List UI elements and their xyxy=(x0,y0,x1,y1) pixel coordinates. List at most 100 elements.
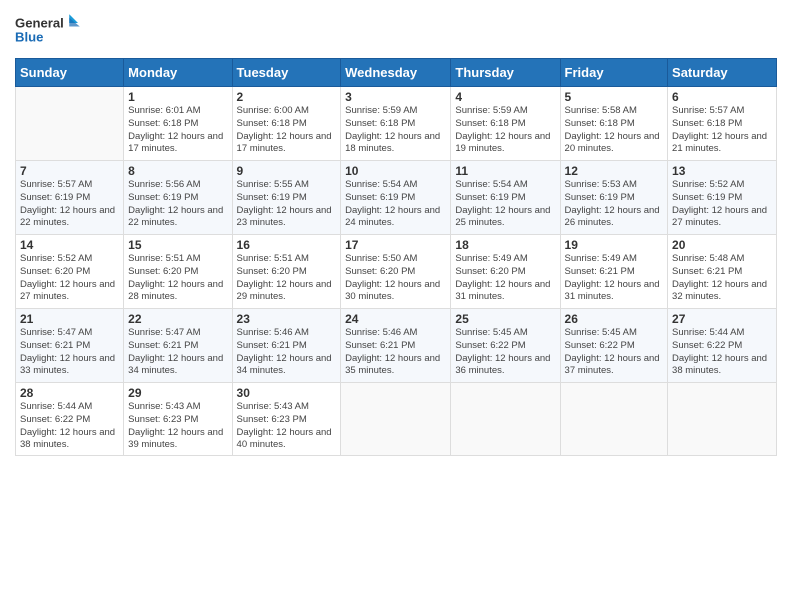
day-number: 11 xyxy=(455,164,555,178)
svg-text:General: General xyxy=(15,15,64,30)
day-info: Sunrise: 5:48 AMSunset: 6:21 PMDaylight:… xyxy=(672,253,772,304)
calendar-cell: 1Sunrise: 6:01 AMSunset: 6:18 PMDaylight… xyxy=(124,87,232,161)
day-info: Sunrise: 5:43 AMSunset: 6:23 PMDaylight:… xyxy=(237,401,337,452)
day-number: 1 xyxy=(128,90,227,104)
calendar-cell: 28Sunrise: 5:44 AMSunset: 6:22 PMDayligh… xyxy=(16,383,124,456)
calendar: SundayMondayTuesdayWednesdayThursdayFrid… xyxy=(15,58,777,456)
calendar-cell xyxy=(451,383,560,456)
day-number: 27 xyxy=(672,312,772,326)
day-number: 14 xyxy=(20,238,119,252)
day-number: 3 xyxy=(345,90,446,104)
day-number: 12 xyxy=(565,164,664,178)
day-info: Sunrise: 5:44 AMSunset: 6:22 PMDaylight:… xyxy=(672,327,772,378)
day-info: Sunrise: 5:46 AMSunset: 6:21 PMDaylight:… xyxy=(237,327,337,378)
day-info: Sunrise: 5:51 AMSunset: 6:20 PMDaylight:… xyxy=(128,253,227,304)
calendar-cell: 25Sunrise: 5:45 AMSunset: 6:22 PMDayligh… xyxy=(451,309,560,383)
day-number: 23 xyxy=(237,312,337,326)
page: General Blue SundayMondayTuesdayWednesda… xyxy=(0,0,792,612)
day-info: Sunrise: 5:58 AMSunset: 6:18 PMDaylight:… xyxy=(565,105,664,156)
calendar-cell: 6Sunrise: 5:57 AMSunset: 6:18 PMDaylight… xyxy=(668,87,777,161)
week-row-5: 28Sunrise: 5:44 AMSunset: 6:22 PMDayligh… xyxy=(16,383,777,456)
logo-icon: General Blue xyxy=(15,10,85,50)
calendar-cell: 11Sunrise: 5:54 AMSunset: 6:19 PMDayligh… xyxy=(451,161,560,235)
calendar-cell: 2Sunrise: 6:00 AMSunset: 6:18 PMDaylight… xyxy=(232,87,341,161)
day-number: 10 xyxy=(345,164,446,178)
calendar-cell: 18Sunrise: 5:49 AMSunset: 6:20 PMDayligh… xyxy=(451,235,560,309)
day-number: 9 xyxy=(237,164,337,178)
week-row-3: 14Sunrise: 5:52 AMSunset: 6:20 PMDayligh… xyxy=(16,235,777,309)
day-header-monday: Monday xyxy=(124,59,232,87)
calendar-cell: 24Sunrise: 5:46 AMSunset: 6:21 PMDayligh… xyxy=(341,309,451,383)
day-number: 15 xyxy=(128,238,227,252)
day-info: Sunrise: 5:54 AMSunset: 6:19 PMDaylight:… xyxy=(345,179,446,230)
week-row-4: 21Sunrise: 5:47 AMSunset: 6:21 PMDayligh… xyxy=(16,309,777,383)
day-number: 2 xyxy=(237,90,337,104)
day-header-wednesday: Wednesday xyxy=(341,59,451,87)
calendar-cell: 22Sunrise: 5:47 AMSunset: 6:21 PMDayligh… xyxy=(124,309,232,383)
day-info: Sunrise: 5:55 AMSunset: 6:19 PMDaylight:… xyxy=(237,179,337,230)
day-info: Sunrise: 5:59 AMSunset: 6:18 PMDaylight:… xyxy=(455,105,555,156)
day-info: Sunrise: 6:01 AMSunset: 6:18 PMDaylight:… xyxy=(128,105,227,156)
day-info: Sunrise: 5:59 AMSunset: 6:18 PMDaylight:… xyxy=(345,105,446,156)
header-row: SundayMondayTuesdayWednesdayThursdayFrid… xyxy=(16,59,777,87)
calendar-cell xyxy=(560,383,668,456)
day-info: Sunrise: 5:57 AMSunset: 6:18 PMDaylight:… xyxy=(672,105,772,156)
day-number: 29 xyxy=(128,386,227,400)
calendar-cell: 29Sunrise: 5:43 AMSunset: 6:23 PMDayligh… xyxy=(124,383,232,456)
day-info: Sunrise: 5:52 AMSunset: 6:19 PMDaylight:… xyxy=(672,179,772,230)
day-header-tuesday: Tuesday xyxy=(232,59,341,87)
week-row-2: 7Sunrise: 5:57 AMSunset: 6:19 PMDaylight… xyxy=(16,161,777,235)
day-number: 13 xyxy=(672,164,772,178)
day-number: 6 xyxy=(672,90,772,104)
day-info: Sunrise: 5:44 AMSunset: 6:22 PMDaylight:… xyxy=(20,401,119,452)
calendar-cell: 12Sunrise: 5:53 AMSunset: 6:19 PMDayligh… xyxy=(560,161,668,235)
day-header-sunday: Sunday xyxy=(16,59,124,87)
calendar-cell: 13Sunrise: 5:52 AMSunset: 6:19 PMDayligh… xyxy=(668,161,777,235)
day-info: Sunrise: 5:50 AMSunset: 6:20 PMDaylight:… xyxy=(345,253,446,304)
calendar-cell xyxy=(341,383,451,456)
logo: General Blue xyxy=(15,10,85,50)
day-info: Sunrise: 5:45 AMSunset: 6:22 PMDaylight:… xyxy=(455,327,555,378)
day-info: Sunrise: 5:49 AMSunset: 6:21 PMDaylight:… xyxy=(565,253,664,304)
calendar-cell: 17Sunrise: 5:50 AMSunset: 6:20 PMDayligh… xyxy=(341,235,451,309)
day-info: Sunrise: 5:53 AMSunset: 6:19 PMDaylight:… xyxy=(565,179,664,230)
calendar-cell: 4Sunrise: 5:59 AMSunset: 6:18 PMDaylight… xyxy=(451,87,560,161)
day-number: 22 xyxy=(128,312,227,326)
day-number: 21 xyxy=(20,312,119,326)
day-info: Sunrise: 6:00 AMSunset: 6:18 PMDaylight:… xyxy=(237,105,337,156)
calendar-cell: 21Sunrise: 5:47 AMSunset: 6:21 PMDayligh… xyxy=(16,309,124,383)
day-number: 30 xyxy=(237,386,337,400)
day-info: Sunrise: 5:49 AMSunset: 6:20 PMDaylight:… xyxy=(455,253,555,304)
day-number: 19 xyxy=(565,238,664,252)
day-info: Sunrise: 5:47 AMSunset: 6:21 PMDaylight:… xyxy=(20,327,119,378)
calendar-cell: 27Sunrise: 5:44 AMSunset: 6:22 PMDayligh… xyxy=(668,309,777,383)
calendar-cell: 16Sunrise: 5:51 AMSunset: 6:20 PMDayligh… xyxy=(232,235,341,309)
day-info: Sunrise: 5:51 AMSunset: 6:20 PMDaylight:… xyxy=(237,253,337,304)
calendar-cell: 19Sunrise: 5:49 AMSunset: 6:21 PMDayligh… xyxy=(560,235,668,309)
calendar-cell: 30Sunrise: 5:43 AMSunset: 6:23 PMDayligh… xyxy=(232,383,341,456)
calendar-cell: 3Sunrise: 5:59 AMSunset: 6:18 PMDaylight… xyxy=(341,87,451,161)
day-header-thursday: Thursday xyxy=(451,59,560,87)
day-number: 5 xyxy=(565,90,664,104)
day-number: 20 xyxy=(672,238,772,252)
calendar-cell: 10Sunrise: 5:54 AMSunset: 6:19 PMDayligh… xyxy=(341,161,451,235)
calendar-cell: 26Sunrise: 5:45 AMSunset: 6:22 PMDayligh… xyxy=(560,309,668,383)
day-header-saturday: Saturday xyxy=(668,59,777,87)
day-number: 26 xyxy=(565,312,664,326)
day-info: Sunrise: 5:43 AMSunset: 6:23 PMDaylight:… xyxy=(128,401,227,452)
calendar-cell: 5Sunrise: 5:58 AMSunset: 6:18 PMDaylight… xyxy=(560,87,668,161)
day-number: 8 xyxy=(128,164,227,178)
day-info: Sunrise: 5:57 AMSunset: 6:19 PMDaylight:… xyxy=(20,179,119,230)
day-info: Sunrise: 5:52 AMSunset: 6:20 PMDaylight:… xyxy=(20,253,119,304)
calendar-cell: 7Sunrise: 5:57 AMSunset: 6:19 PMDaylight… xyxy=(16,161,124,235)
day-number: 28 xyxy=(20,386,119,400)
calendar-cell: 23Sunrise: 5:46 AMSunset: 6:21 PMDayligh… xyxy=(232,309,341,383)
day-number: 24 xyxy=(345,312,446,326)
calendar-cell: 20Sunrise: 5:48 AMSunset: 6:21 PMDayligh… xyxy=(668,235,777,309)
day-info: Sunrise: 5:54 AMSunset: 6:19 PMDaylight:… xyxy=(455,179,555,230)
day-info: Sunrise: 5:45 AMSunset: 6:22 PMDaylight:… xyxy=(565,327,664,378)
calendar-cell: 15Sunrise: 5:51 AMSunset: 6:20 PMDayligh… xyxy=(124,235,232,309)
day-number: 25 xyxy=(455,312,555,326)
calendar-cell xyxy=(16,87,124,161)
day-info: Sunrise: 5:46 AMSunset: 6:21 PMDaylight:… xyxy=(345,327,446,378)
